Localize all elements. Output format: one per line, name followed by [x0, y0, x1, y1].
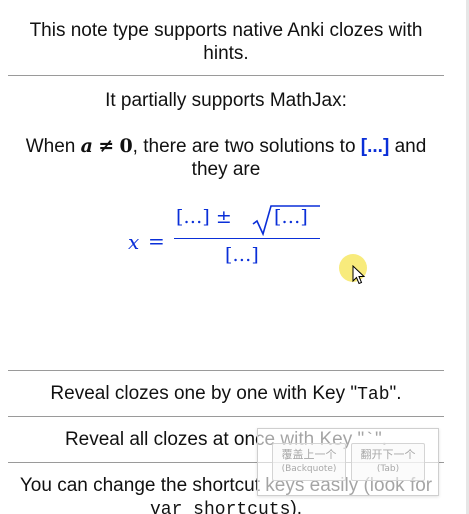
quadratic-formula: x = […] ± […] […] [128, 204, 328, 274]
mathjax-heading: It partially supports MathJax: [105, 90, 347, 111]
math-neq: ≠ [98, 135, 115, 157]
card-view: This note type supports native Anki cloz… [0, 0, 469, 514]
formula-denominator[interactable]: […] [225, 244, 259, 266]
formula-radicand[interactable]: […] [274, 206, 308, 228]
formula-equals: = [148, 229, 165, 253]
divider [8, 416, 444, 417]
cloze-nav-tooltip: 覆盖上一个 (Backquote) 翻开下一个 (Tab) [257, 428, 439, 496]
shortcut-code: var shortcuts [149, 500, 291, 514]
divider [8, 370, 444, 371]
math-var-a: a [80, 135, 93, 157]
fraction-bar [174, 238, 320, 239]
cover-previous-button[interactable]: 覆盖上一个 (Backquote) [272, 443, 346, 481]
formula-x: x [128, 230, 140, 254]
reveal-next-button[interactable]: 翻开下一个 (Tab) [351, 443, 425, 481]
divider [8, 75, 444, 76]
tab-key: Tab [357, 385, 390, 405]
formula-numerator[interactable]: […] ± [176, 206, 232, 228]
intro-text: This note type supports native Anki cloz… [29, 20, 423, 64]
math-zero: 0 [119, 135, 133, 157]
mouse-pointer-icon [352, 265, 366, 285]
mathjax-sentence: When a ≠ 0, there are two solutions to [… [25, 135, 427, 180]
tab-instruction: Reveal clozes one by one with Key "Tab". [50, 383, 402, 405]
cloze-placeholder[interactable]: [...] [361, 136, 390, 157]
